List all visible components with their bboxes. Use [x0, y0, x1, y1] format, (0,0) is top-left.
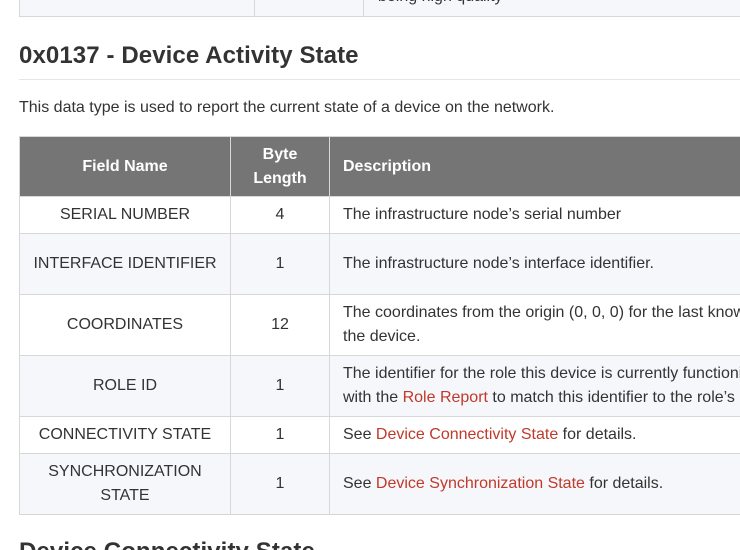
field-name-cell: ROLE ID: [19, 355, 231, 417]
table-row: COORDINATES 12 The coordinates from the …: [19, 294, 740, 356]
field-name-cell: COORDINATES: [19, 294, 231, 356]
description-line: with the Role Report to match this ident…: [343, 386, 740, 410]
byte-length-cell: 1: [230, 355, 330, 417]
byte-length-cell: 12: [230, 294, 330, 356]
section-title: 0x0137 - Device Activity State: [19, 42, 359, 69]
table-row: SERIAL NUMBER 4 The infrastructure node’…: [19, 196, 740, 234]
table-row: being high quality: [19, 0, 740, 17]
header-field-name: Field Name: [19, 136, 231, 197]
heading-divider: [19, 79, 740, 80]
table-cell: [254, 0, 364, 17]
field-name-cell: INTERFACE IDENTIFIER: [19, 233, 231, 295]
table-cell: [19, 0, 255, 17]
description-text: for details.: [584, 475, 664, 492]
description-text: See: [343, 426, 376, 443]
table-header-row: Field Name Byte Length Description: [19, 136, 740, 197]
header-byte-length: Byte Length: [230, 136, 330, 197]
description-text: See: [343, 475, 376, 492]
description-line: The identifier for the role this device …: [343, 365, 740, 382]
table-row: ROLE ID 1 The identifier for the role th…: [19, 355, 740, 417]
document-page: being high quality 0x0137 - Device Activ…: [0, 0, 740, 550]
description-cell: See Device Synchronization State for det…: [329, 453, 740, 515]
role-report-link[interactable]: Role Report: [403, 389, 488, 406]
byte-length-cell: 4: [230, 196, 330, 234]
field-name-cell: SERIAL NUMBER: [19, 196, 231, 234]
device-synchronization-state-link[interactable]: Device Synchronization State: [376, 475, 585, 492]
byte-length-cell: 1: [230, 453, 330, 515]
device-connectivity-state-link[interactable]: Device Connectivity State: [376, 426, 558, 443]
description-cell: The infrastructure node’s interface iden…: [329, 233, 740, 295]
byte-length-cell: 1: [230, 233, 330, 295]
description-text: to match this identifier to the role’s r: [487, 389, 740, 406]
description-line: The coordinates from the origin (0, 0, 0…: [343, 304, 740, 321]
table-row: SYNCHRONIZATION STATE 1 See Device Synch…: [19, 453, 740, 515]
table-row: CONNECTIVITY STATE 1 See Device Connecti…: [19, 416, 740, 454]
field-name-cell: SYNCHRONIZATION STATE: [19, 453, 231, 515]
description-cell: The coordinates from the origin (0, 0, 0…: [329, 294, 740, 356]
byte-length-cell: 1: [230, 416, 330, 454]
table-cell: being high quality: [363, 0, 740, 17]
field-name-cell: CONNECTIVITY STATE: [19, 416, 231, 454]
description-cell: The identifier for the role this device …: [329, 355, 740, 417]
header-description: Description: [329, 136, 740, 197]
description-text: with the: [343, 389, 403, 406]
description-cell: The infrastructure node’s serial number: [329, 196, 740, 234]
table-row: INTERFACE IDENTIFIER 1 The infrastructur…: [19, 233, 740, 295]
next-section-title: Device Connectivity State: [19, 538, 315, 550]
header-byte-length-label: Byte Length: [253, 145, 307, 187]
description-cell: See Device Connectivity State for detail…: [329, 416, 740, 454]
description-line: the device.: [343, 328, 421, 345]
description-text: for details.: [558, 426, 637, 443]
section-intro: This data type is used to report the cur…: [19, 99, 555, 116]
field-table: Field Name Byte Length Description SERIA…: [19, 136, 740, 515]
previous-table-fragment: being high quality: [19, 0, 740, 17]
